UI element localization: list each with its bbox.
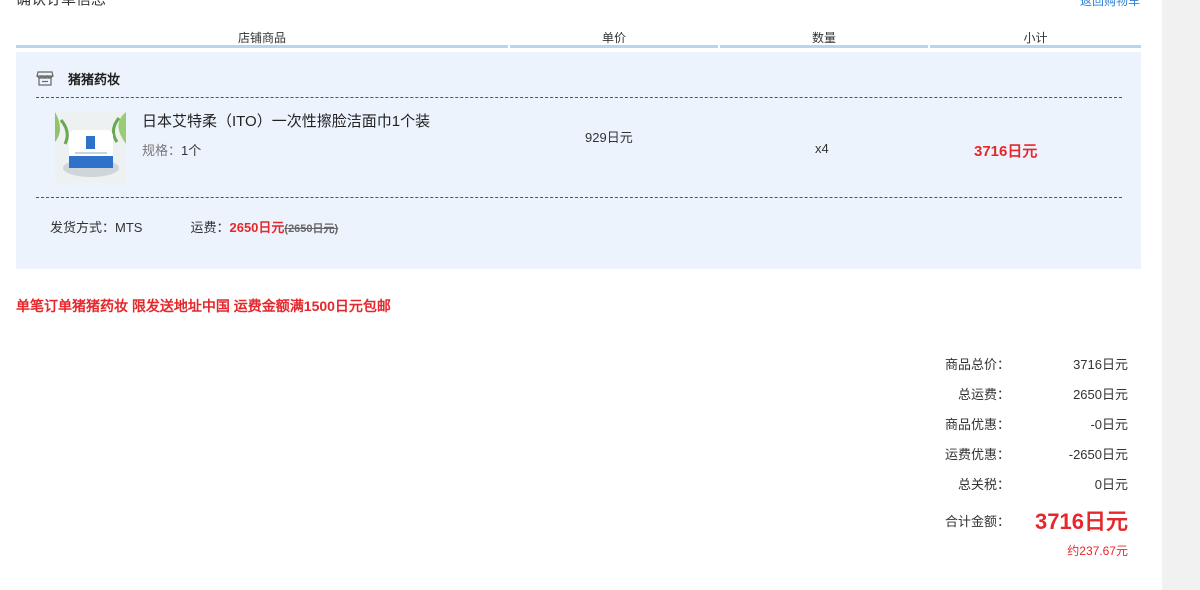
summary-label: 商品优惠： — [944, 416, 1010, 432]
summary-row: 运费优惠： -2650日元 — [900, 438, 1128, 468]
order-summary: 商品总价： 3716日元 总运费： 2650日元 商品优惠： -0日元 运费优惠… — [900, 348, 1128, 559]
shop-name[interactable]: 猪猪药妆 — [68, 69, 120, 88]
shop-header: 猪猪药妆 — [36, 68, 120, 88]
summary-label: 商品总价： — [944, 356, 1010, 372]
product-name[interactable]: 日本艾特柔（ITO）一次性擦脸洁面巾1个装 — [142, 110, 430, 131]
header-quantity: 数量 — [720, 28, 928, 48]
summary-row: 总运费： 2650日元 — [900, 378, 1128, 408]
quantity: x4 — [815, 141, 829, 156]
summary-total-row: 合计金额： 3716日元 — [900, 498, 1128, 542]
unit-price: 929日元 — [585, 130, 633, 145]
total-value: 3716日元 — [1035, 509, 1128, 534]
shop-order-panel: 猪猪药妆 日本艾特柔（ITO）一次性擦脸洁面巾1个装 规格：1个 929日元 x… — [16, 52, 1141, 269]
shipping-fee-label: 运费： — [190, 220, 230, 235]
summary-value: -0日元 — [1090, 416, 1128, 432]
header-unit-price: 单价 — [510, 28, 718, 48]
summary-value: 2650日元 — [1073, 386, 1128, 402]
spec-value: 1个 — [181, 143, 202, 158]
divider — [36, 197, 1122, 198]
shipping-method-value: MTS — [115, 220, 143, 235]
page-scrollbar-track[interactable] — [1162, 0, 1200, 590]
store-icon — [36, 71, 54, 86]
divider — [36, 97, 1122, 98]
summary-label: 总关税： — [957, 476, 1010, 492]
order-table-header: 店铺商品 单价 数量 小计 — [16, 28, 1141, 48]
header-shop-goods: 店铺商品 — [16, 28, 508, 48]
summary-label: 总运费： — [957, 386, 1010, 402]
summary-value: 3716日元 — [1073, 356, 1128, 372]
product-thumbnail[interactable] — [55, 112, 126, 183]
product-spec: 规格：1个 — [142, 140, 201, 159]
spec-label: 规格： — [142, 143, 182, 158]
summary-row: 总关税： 0日元 — [900, 468, 1128, 498]
summary-label: 运费优惠： — [944, 446, 1010, 462]
total-approx-cny: 约237.67元 — [1067, 544, 1128, 558]
header-subtotal: 小计 — [930, 28, 1141, 48]
summary-value: -2650日元 — [1068, 446, 1128, 462]
total-label: 合计金额： — [944, 513, 1010, 529]
shipping-method-label: 发货方式： — [50, 220, 116, 235]
section-title: 确认订单信息 — [16, 0, 106, 9]
shipping-fee-value: 2650日元 — [229, 220, 285, 235]
shipping-info: 发货方式： MTS 运费： 2650日元 (2650日元) — [50, 217, 338, 236]
back-to-cart-link[interactable]: 返回购物车 — [1080, 0, 1140, 9]
summary-value: 0日元 — [1094, 476, 1128, 492]
shipping-fee-original: (2650日元) — [284, 223, 339, 235]
summary-row: 商品优惠： -0日元 — [900, 408, 1128, 438]
summary-row: 商品总价： 3716日元 — [900, 348, 1128, 378]
shipping-notice: 单笔订单猪猪药妆 限发送地址中国 运费金额满1500日元包邮 — [16, 298, 391, 314]
item-subtotal: 3716日元 — [974, 143, 1038, 160]
